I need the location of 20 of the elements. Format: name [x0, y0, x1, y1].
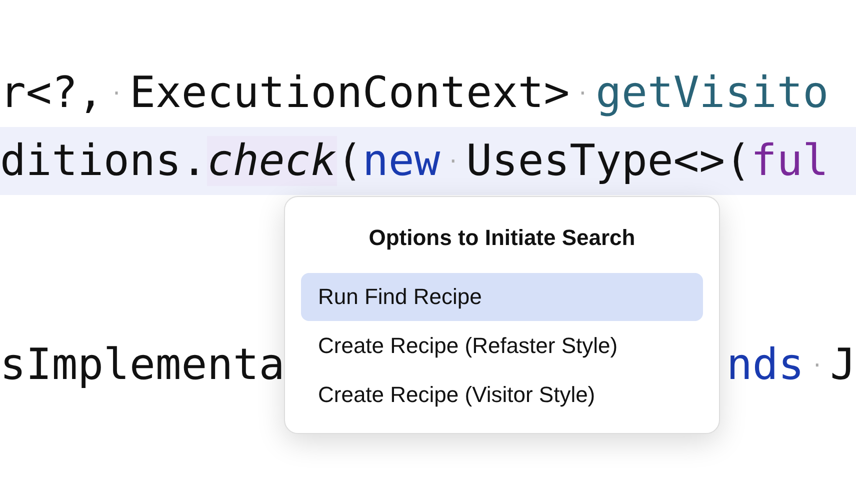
code-text: UsesType<>(	[466, 136, 751, 186]
menu-item[interactable]: Create Recipe (Visitor Style)	[301, 371, 703, 419]
method-name: getVisito	[596, 68, 829, 118]
field-name: ful	[750, 136, 829, 186]
code-text: (	[336, 136, 362, 186]
keyword-text: new	[362, 136, 440, 186]
popup-title: Options to Initiate Search	[368, 225, 636, 251]
code-text: sImplementa	[0, 340, 285, 390]
menu-item[interactable]: Create Recipe (Refaster Style)	[301, 322, 703, 370]
whitespace-dot: ·	[576, 81, 590, 105]
whitespace-dot: ·	[810, 353, 824, 377]
code-text: ditions.	[0, 136, 208, 186]
whitespace-dot: ·	[110, 81, 124, 105]
method-call: check	[207, 136, 337, 186]
code-text: J	[830, 340, 856, 390]
code-text: ExecutionContext>	[130, 68, 570, 118]
code-text: r<?,	[0, 68, 104, 118]
whitespace-dot: ·	[446, 149, 460, 173]
keyword-text: nds	[726, 340, 804, 390]
menu-item[interactable]: Run Find Recipe	[301, 273, 703, 321]
